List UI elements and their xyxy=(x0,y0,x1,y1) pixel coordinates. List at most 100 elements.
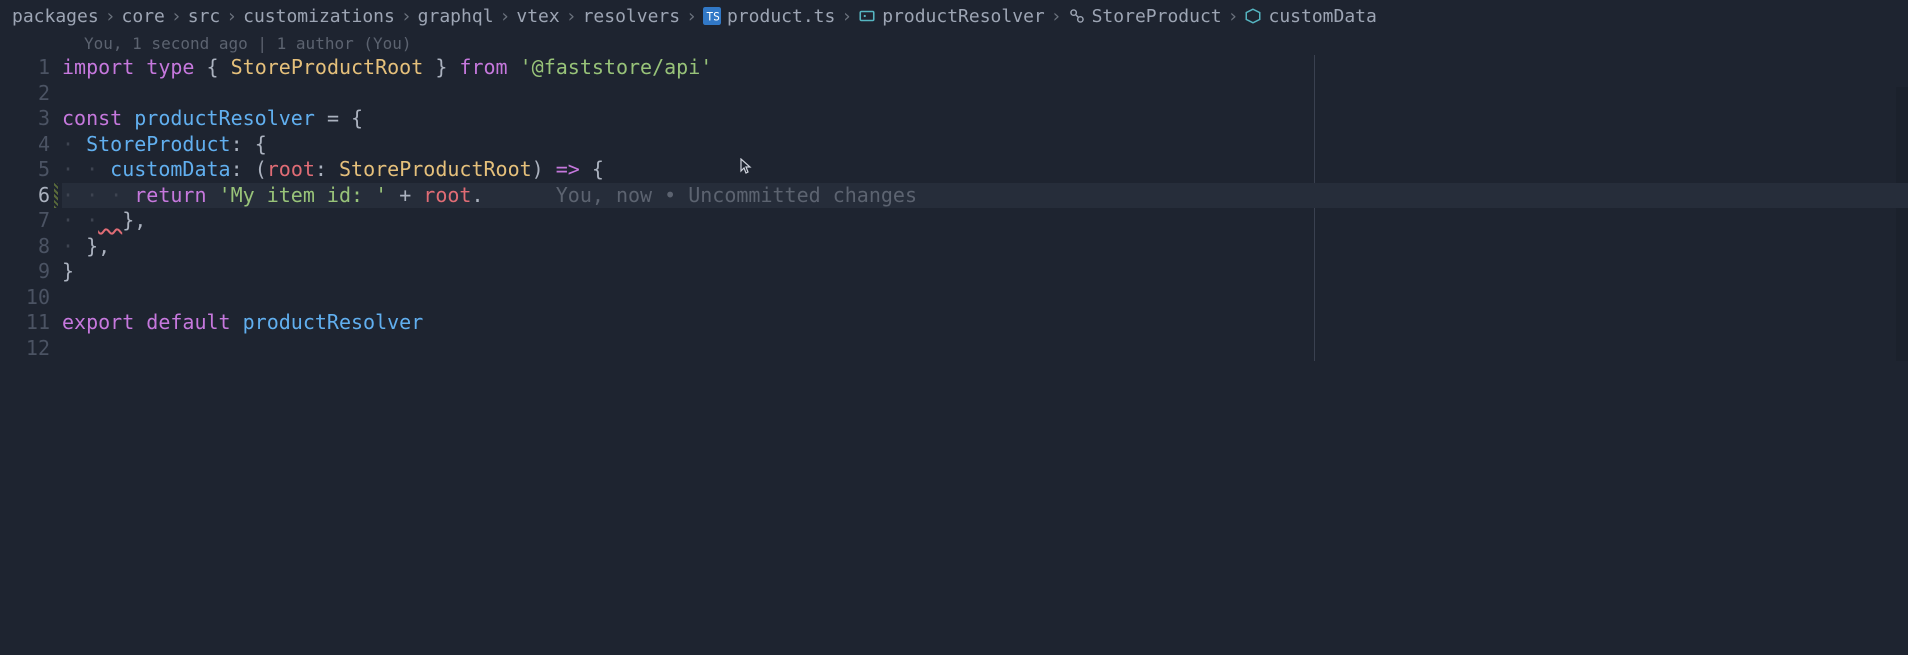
breadcrumb-separator: › xyxy=(105,6,116,27)
tok-identifier: productResolver xyxy=(134,106,315,130)
tok-punct: { xyxy=(255,132,267,156)
breadcrumb-separator: › xyxy=(401,6,412,27)
symbol-variable-icon xyxy=(858,7,876,25)
code-line[interactable] xyxy=(62,285,1908,311)
code-line[interactable]: · StoreProduct: { xyxy=(62,132,1908,158)
tok-punct: } xyxy=(435,55,447,79)
breadcrumb-item[interactable]: vtex xyxy=(516,6,559,27)
ts-file-icon: TS xyxy=(703,7,721,25)
breadcrumb-item[interactable]: TS product.ts xyxy=(703,6,835,27)
breadcrumb-item[interactable]: StoreProduct xyxy=(1068,6,1222,27)
code-line[interactable] xyxy=(62,81,1908,107)
symbol-class-icon xyxy=(1068,7,1086,25)
editor[interactable]: 1 2 3 4 5 6 7 8 9 10 11 12 import type {… xyxy=(0,55,1908,361)
breadcrumb-item[interactable]: core xyxy=(122,6,165,27)
code-line[interactable] xyxy=(62,336,1908,362)
tok-punct: { xyxy=(207,55,219,79)
breadcrumb-separator: › xyxy=(1051,6,1062,27)
tok-keyword: import xyxy=(62,55,134,79)
breadcrumb-separator: › xyxy=(171,6,182,27)
breadcrumb-separator: › xyxy=(686,6,697,27)
code-area[interactable]: import type { StoreProductRoot } from '@… xyxy=(62,55,1908,361)
gitlens-inline-blame: You, now • Uncommitted changes xyxy=(556,183,917,207)
code-line[interactable]: export default productResolver xyxy=(62,310,1908,336)
breadcrumb-label: vtex xyxy=(516,6,559,27)
breadcrumb-label: packages xyxy=(12,6,99,27)
indent-guide: · xyxy=(62,234,74,258)
breadcrumb-label: graphql xyxy=(418,6,494,27)
line-number: 7 xyxy=(0,208,50,234)
breadcrumb-separator: › xyxy=(566,6,577,27)
code-line[interactable]: · · customData: (root: StoreProductRoot)… xyxy=(62,157,1908,183)
line-number: 12 xyxy=(0,336,50,362)
tok-string: '@faststore/api' xyxy=(520,55,713,79)
tok-punct: . xyxy=(471,183,483,207)
tok-identifier: root xyxy=(423,183,471,207)
line-number: 5 xyxy=(0,157,50,183)
tok-punct: = xyxy=(327,106,339,130)
tok-operator: + xyxy=(399,183,411,207)
breadcrumb-label: StoreProduct xyxy=(1092,6,1222,27)
gitlens-file-blame: You, 1 second ago | 1 author (You) xyxy=(0,32,1908,55)
line-number: 4 xyxy=(0,132,50,158)
tok-punct: : xyxy=(315,157,327,181)
line-number-gutter: 1 2 3 4 5 6 7 8 9 10 11 12 xyxy=(0,55,62,361)
line-number: 8 xyxy=(0,234,50,260)
breadcrumb-label: src xyxy=(188,6,221,27)
breadcrumb-separator: › xyxy=(500,6,511,27)
breadcrumb-item[interactable]: customizations xyxy=(243,6,395,27)
tok-keyword: const xyxy=(62,106,122,130)
code-line[interactable]: import type { StoreProductRoot } from '@… xyxy=(62,55,1908,81)
tok-punct: { xyxy=(592,157,604,181)
tok-punct: : xyxy=(231,132,243,156)
tok-keyword: from xyxy=(459,55,507,79)
code-line[interactable]: · }, xyxy=(62,234,1908,260)
breadcrumb-label: productResolver xyxy=(882,6,1045,27)
indent-guide: · · xyxy=(62,208,98,232)
line-number: 11 xyxy=(0,310,50,336)
tok-keyword: type xyxy=(146,55,194,79)
line-number: 3 xyxy=(0,106,50,132)
tok-param: root xyxy=(267,157,315,181)
error-squiggle xyxy=(98,208,122,232)
code-line[interactable]: const productResolver = { xyxy=(62,106,1908,132)
code-line[interactable]: · · }, xyxy=(62,208,1908,234)
line-number: 2 xyxy=(0,81,50,107)
breadcrumb-label: customData xyxy=(1268,6,1376,27)
code-line[interactable]: } xyxy=(62,259,1908,285)
symbol-field-icon xyxy=(1244,7,1262,25)
breadcrumb-item[interactable]: productResolver xyxy=(858,6,1045,27)
tok-punct: : xyxy=(231,157,243,181)
breadcrumb-label: product.ts xyxy=(727,6,835,27)
tok-keyword: export xyxy=(62,310,134,334)
tok-identifier: productResolver xyxy=(243,310,424,334)
breadcrumb-separator: › xyxy=(226,6,237,27)
breadcrumb-label: resolvers xyxy=(583,6,681,27)
tok-punct: { xyxy=(351,106,363,130)
git-modified-gutter-icon xyxy=(54,183,58,208)
tok-punct: ) xyxy=(532,157,544,181)
svg-text:TS: TS xyxy=(706,11,720,24)
line-number: 6 xyxy=(0,183,50,209)
tok-punct: }, xyxy=(86,234,110,258)
breadcrumb-item[interactable]: src xyxy=(188,6,221,27)
indent-guide: · · xyxy=(62,157,98,181)
breadcrumb-label: core xyxy=(122,6,165,27)
breadcrumb-item[interactable]: packages xyxy=(12,6,99,27)
line-number: 10 xyxy=(0,285,50,311)
breadcrumb-item[interactable]: customData xyxy=(1244,6,1376,27)
tok-type: StoreProductRoot xyxy=(231,55,424,79)
code-line-current[interactable]: · · · return 'My item id: ' + root. You,… xyxy=(62,183,1908,209)
line-number: 1 xyxy=(0,55,50,81)
line-number: 9 xyxy=(0,259,50,285)
breadcrumb-item[interactable]: resolvers xyxy=(583,6,681,27)
tok-punct: }, xyxy=(122,208,146,232)
breadcrumb-separator: › xyxy=(1228,6,1239,27)
breadcrumb-item[interactable]: graphql xyxy=(418,6,494,27)
tok-string: 'My item id: ' xyxy=(219,183,388,207)
tok-punct: ( xyxy=(255,157,267,181)
breadcrumb-separator: › xyxy=(841,6,852,27)
indent-guide: · xyxy=(62,132,74,156)
tok-keyword: default xyxy=(146,310,230,334)
tok-type: StoreProductRoot xyxy=(339,157,532,181)
